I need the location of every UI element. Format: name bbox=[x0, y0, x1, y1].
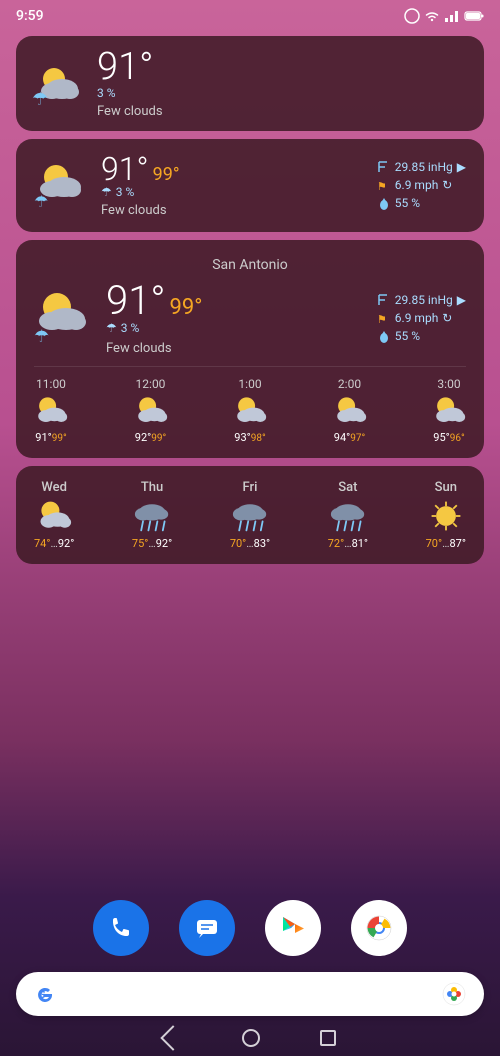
large-humidity: 55 % bbox=[377, 329, 466, 343]
google-g-icon: G bbox=[34, 983, 56, 1005]
pressure-icon bbox=[377, 160, 391, 174]
day-item: Wed 74°…92° bbox=[34, 480, 74, 550]
day-label: Sat bbox=[338, 480, 357, 495]
google-lens-icon[interactable] bbox=[442, 982, 466, 1006]
weather-icon-large: ☂ bbox=[34, 291, 94, 346]
day-label: Wed bbox=[41, 480, 67, 495]
wifi-icon bbox=[424, 9, 440, 23]
widget-large-main-info: 91° 99° ☂ 3 % Few clouds bbox=[106, 281, 202, 356]
hour-item: 1:00 93°98° bbox=[233, 377, 267, 444]
hour-temps: 93°98° bbox=[234, 431, 265, 444]
widget-large-temp-high: 99° bbox=[170, 295, 203, 320]
day-temps: 72°…81° bbox=[328, 537, 368, 550]
widget-large[interactable]: San Antonio ☂ 91° 99° ☂ 3 % Few clouds 2… bbox=[16, 240, 484, 458]
hourly-row: 11:00 91°99° 12:00 92°99° 1:00 93°98° 2:… bbox=[34, 366, 466, 444]
widget-medium-info: 91° 99° ☂ 3 % Few clouds bbox=[101, 153, 180, 218]
widget-large-desc: Few clouds bbox=[106, 341, 172, 356]
humidity-stat: 55 % bbox=[377, 196, 466, 210]
widget-forecast[interactable]: Wed 74°…92° Thu 75°…92° Fri 7 bbox=[16, 466, 484, 564]
day-label: Fri bbox=[243, 480, 258, 495]
svg-text:☂: ☂ bbox=[34, 327, 49, 346]
wind-icon: ⚑ bbox=[377, 178, 391, 192]
chrome-app-icon[interactable] bbox=[351, 900, 407, 956]
hour-label: 1:00 bbox=[238, 377, 261, 391]
nav-bar bbox=[0, 1020, 500, 1056]
phone-icon bbox=[107, 914, 135, 942]
large-pressure: 29.85 inHg ▶ bbox=[377, 293, 466, 307]
widget-large-city: San Antonio bbox=[212, 257, 288, 273]
status-icons bbox=[404, 8, 484, 24]
daily-row: Wed 74°…92° Thu 75°…92° Fri 7 bbox=[34, 480, 466, 550]
humidity-icon bbox=[377, 196, 391, 210]
day-item: Fri 70°…83° bbox=[230, 480, 270, 550]
day-temps: 70°…87° bbox=[426, 537, 466, 550]
play-store-app-icon[interactable] bbox=[265, 900, 321, 956]
large-wind: ⚑ 6.9 mph ↻ bbox=[377, 311, 466, 325]
recent-button[interactable] bbox=[320, 1030, 336, 1046]
message-icon bbox=[193, 914, 221, 942]
hour-item: 3:00 95°96° bbox=[432, 377, 466, 444]
svg-text:⚑: ⚑ bbox=[377, 313, 387, 325]
widget-medium-stats: 29.85 inHg ▶ ⚑ 6.9 mph ↻ 55 % bbox=[377, 160, 466, 212]
day-temps: 70°…83° bbox=[230, 537, 270, 550]
hour-item: 12:00 92°99° bbox=[134, 377, 168, 444]
day-item: Sat 72°…81° bbox=[328, 480, 368, 550]
widget-small[interactable]: ☂ 91° 3 % Few clouds bbox=[16, 36, 484, 131]
hour-temps: 92°99° bbox=[135, 431, 166, 444]
weather-icon-small: ☂ bbox=[32, 61, 87, 106]
widget-small-precip: 3 % bbox=[97, 86, 163, 100]
widget-large-temp: 91° bbox=[106, 281, 166, 321]
search-bar[interactable]: G bbox=[16, 972, 484, 1016]
status-bar: 9:59 bbox=[0, 0, 500, 28]
signal-icon bbox=[444, 9, 460, 23]
hour-label: 3:00 bbox=[437, 377, 460, 391]
day-temps: 75°…92° bbox=[132, 537, 172, 550]
status-time: 9:59 bbox=[16, 8, 44, 24]
chrome-icon bbox=[364, 913, 394, 943]
wind-stat: ⚑ 6.9 mph ↻ bbox=[377, 178, 466, 192]
day-item: Thu 75°…92° bbox=[132, 480, 172, 550]
hour-temps: 94°97° bbox=[334, 431, 365, 444]
widget-medium-desc: Few clouds bbox=[101, 203, 180, 218]
app-dock bbox=[0, 900, 500, 956]
day-temps: 74°…92° bbox=[34, 537, 74, 550]
pressure-stat: 29.85 inHg ▶ bbox=[377, 160, 466, 174]
widget-large-stats: 29.85 inHg ▶ ⚑ 6.9 mph ↻ 55 % bbox=[377, 293, 466, 345]
play-store-icon bbox=[278, 913, 308, 943]
phone-app-icon[interactable] bbox=[93, 900, 149, 956]
hour-temps: 91°99° bbox=[35, 431, 66, 444]
widget-small-info: 91° 3 % Few clouds bbox=[97, 48, 163, 119]
svg-text:⚑: ⚑ bbox=[377, 180, 387, 192]
back-button[interactable] bbox=[160, 1025, 185, 1050]
day-label: Sun bbox=[435, 480, 457, 495]
widget-medium-temp: 91° bbox=[101, 153, 149, 185]
hour-label: 11:00 bbox=[36, 377, 66, 391]
messages-app-icon[interactable] bbox=[179, 900, 235, 956]
widget-medium[interactable]: ☂ 91° 99° ☂ 3 % Few clouds 29.85 inHg ▶ … bbox=[16, 139, 484, 232]
widget-medium-temp-high: 99° bbox=[153, 164, 180, 185]
home-button[interactable] bbox=[242, 1029, 260, 1047]
hour-item: 2:00 94°97° bbox=[333, 377, 367, 444]
day-item: Sun 70°…87° bbox=[426, 480, 466, 550]
hour-temps: 95°96° bbox=[433, 431, 464, 444]
battery-icon bbox=[464, 10, 484, 22]
weather-icon-medium: ☂ bbox=[34, 161, 89, 211]
svg-text:G: G bbox=[38, 988, 46, 1001]
hour-label: 12:00 bbox=[136, 377, 166, 391]
humidity-icon-lg bbox=[377, 329, 391, 343]
circle-icon bbox=[404, 8, 420, 24]
hour-item: 11:00 91°99° bbox=[34, 377, 68, 444]
svg-text:☂: ☂ bbox=[32, 89, 48, 106]
svg-text:☂: ☂ bbox=[34, 192, 48, 211]
hour-label: 2:00 bbox=[338, 377, 361, 391]
pressure-icon-lg bbox=[377, 293, 391, 307]
widget-small-desc: Few clouds bbox=[97, 104, 163, 119]
wind-icon-lg: ⚑ bbox=[377, 311, 391, 325]
widget-medium-precip: ☂ 3 % bbox=[101, 185, 180, 199]
widget-small-temp: 91° bbox=[97, 48, 163, 86]
day-label: Thu bbox=[141, 480, 163, 495]
